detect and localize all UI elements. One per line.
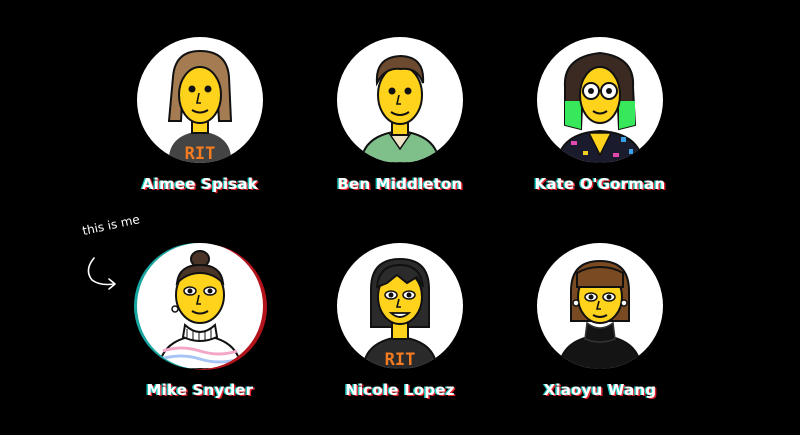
member-card-nicole-lopez[interactable]: RIT Nicole Lopez bbox=[300, 243, 500, 413]
member-name: Nicole Lopez bbox=[345, 381, 455, 399]
member-name: Aimee Spisak bbox=[141, 175, 259, 193]
member-name: Kate O'Gorman bbox=[534, 175, 666, 193]
member-name: Ben Middleton bbox=[337, 175, 463, 193]
avatar-kate-icon bbox=[555, 51, 645, 163]
avatar[interactable] bbox=[337, 37, 463, 163]
avatar-mike-icon bbox=[157, 250, 243, 369]
avatar-ben-icon bbox=[359, 54, 441, 163]
member-card-aimee-spisak[interactable]: RIT Aimee Spisak bbox=[100, 37, 300, 207]
avatar[interactable] bbox=[537, 37, 663, 163]
svg-text:RIT: RIT bbox=[385, 350, 416, 369]
avatar-nicole-icon: RIT bbox=[361, 257, 439, 369]
member-card-ben-middleton[interactable]: Ben Middleton bbox=[300, 37, 500, 207]
avatar[interactable]: RIT bbox=[137, 37, 263, 163]
svg-text:RIT: RIT bbox=[185, 144, 216, 163]
member-name: Mike Snyder bbox=[146, 381, 254, 399]
member-name: Xiaoyu Wang bbox=[543, 381, 657, 399]
member-card-kate-ogorman[interactable]: Kate O'Gorman bbox=[500, 37, 700, 207]
avatar[interactable] bbox=[537, 243, 663, 369]
avatar[interactable] bbox=[137, 243, 263, 369]
curved-arrow-icon bbox=[87, 257, 116, 290]
avatar-xiaoyu-icon bbox=[557, 259, 643, 369]
avatar-aimee-icon: RIT bbox=[167, 49, 233, 163]
member-card-mike-snyder[interactable]: Mike Snyder bbox=[100, 243, 300, 413]
member-card-xiaoyu-wang[interactable]: Xiaoyu Wang bbox=[500, 243, 700, 413]
avatar[interactable]: RIT bbox=[337, 243, 463, 369]
